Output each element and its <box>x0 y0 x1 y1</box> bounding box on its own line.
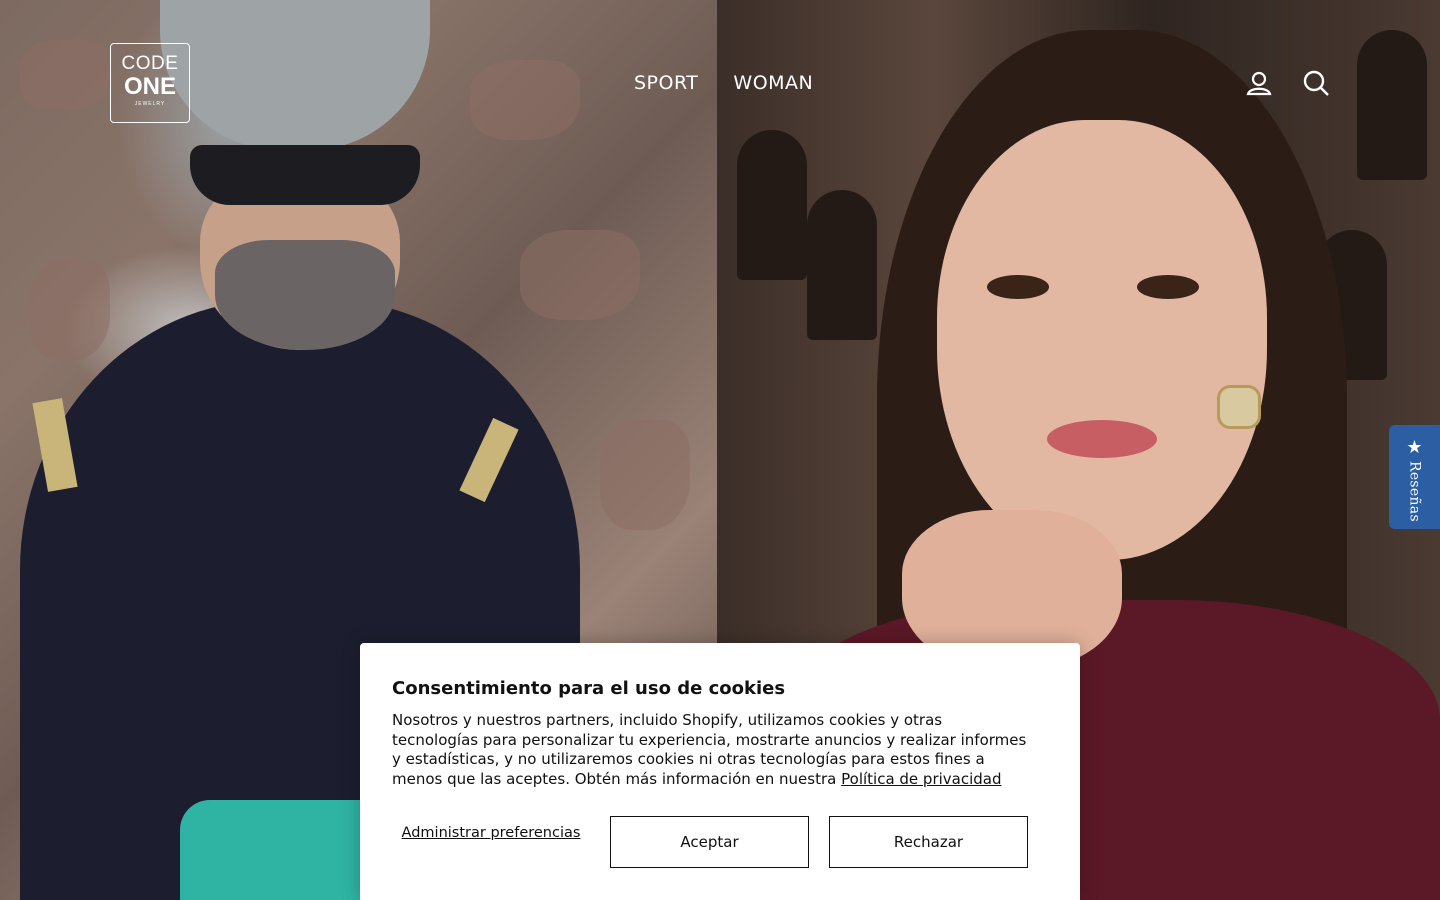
logo-text-one: ONE <box>123 73 176 100</box>
privacy-policy-link[interactable]: Política de privacidad <box>841 770 1001 788</box>
account-button[interactable] <box>1244 68 1274 98</box>
brand-logo[interactable]: CODE ONE JEWELRY <box>110 43 190 123</box>
accept-button[interactable]: Aceptar <box>610 816 809 868</box>
logo-text-code: CODE <box>121 53 179 74</box>
woman-eye <box>987 275 1049 299</box>
woman-face <box>937 120 1267 560</box>
reviews-tab-label: Reseñas <box>1406 461 1423 522</box>
nav-item-woman[interactable]: WOMAN <box>733 72 813 94</box>
logo-text-jewelry: JEWELRY <box>134 101 166 107</box>
cookie-banner-body: Nosotros y nuestros partners, incluido S… <box>392 711 1032 789</box>
main-nav: SPORT WOMAN <box>634 72 813 94</box>
cookie-consent-banner: Consentimiento para el uso de cookies No… <box>360 643 1080 900</box>
earring-jewel <box>1217 385 1261 429</box>
cyclist-beard <box>215 240 395 350</box>
manage-preferences-link[interactable]: Administrar preferencias <box>392 824 590 842</box>
star-icon: ★ <box>1406 437 1423 458</box>
search-icon <box>1303 70 1329 96</box>
rock-texture <box>30 260 110 360</box>
search-button[interactable] <box>1301 68 1331 98</box>
woman-lips <box>1047 420 1157 458</box>
cookie-actions: Administrar preferencias Aceptar Rechaza… <box>392 816 1048 868</box>
woman-eye <box>1137 275 1199 299</box>
reject-button[interactable]: Rechazar <box>829 816 1028 868</box>
rock-texture <box>520 230 640 320</box>
lattice-pattern <box>807 190 877 340</box>
cookie-banner-title: Consentimiento para el uso de cookies <box>392 678 786 699</box>
account-icon <box>1246 71 1272 96</box>
reviews-tab[interactable]: ★ Reseñas <box>1389 425 1440 529</box>
site-header: CODE ONE JEWELRY SPORT WOMAN <box>0 0 1440 165</box>
rock-texture <box>600 420 690 530</box>
nav-item-sport[interactable]: SPORT <box>634 72 698 94</box>
